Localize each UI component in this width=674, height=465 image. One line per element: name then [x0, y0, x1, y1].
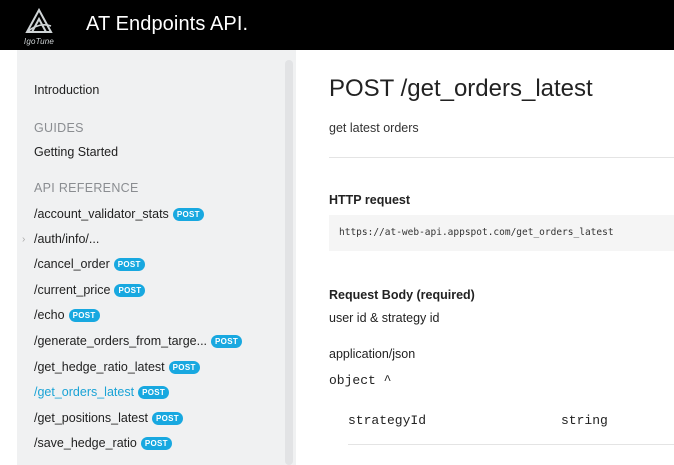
field-name: strategyId	[348, 413, 427, 428]
sidebar-item-auth-info[interactable]: /auth/info/...	[34, 232, 99, 246]
sidebar-item-get-positions-latest[interactable]: /get_positions_latest POST	[34, 411, 183, 425]
field-divider	[348, 444, 674, 445]
http-request-heading: HTTP request	[329, 193, 411, 207]
sidebar-item-label: /save_hedge_ratio	[34, 436, 137, 450]
sidebar-item-label: Getting Started	[34, 145, 119, 159]
page-subtitle: get latest orders	[329, 121, 419, 135]
sidebar-item-getting-started[interactable]: Getting Started	[34, 145, 118, 159]
sidebar-item-generate-orders-from-targets[interactable]: /generate_orders_from_targe... POST	[34, 334, 243, 348]
sidebar-item-echo[interactable]: /echo POST	[34, 308, 100, 322]
field-type: string	[561, 413, 608, 428]
igotune-logo-icon[interactable]: IgoTune	[20, 6, 58, 46]
post-badge: POST	[151, 411, 183, 425]
sidebar-item-save-hedge-ratio[interactable]: /save_hedge_ratio POST	[34, 436, 172, 450]
sidebar-item-label: /account_validator_stats	[34, 207, 169, 221]
sidebar: Introduction GUIDES Getting Started API …	[17, 50, 296, 465]
sidebar-item-get-hedge-ratio-latest[interactable]: /get_hedge_ratio_latest POST	[34, 360, 200, 374]
app-title: AT Endpoints API.	[86, 13, 249, 35]
sidebar-item-label: /get_orders_latest	[34, 385, 135, 399]
sidebar-item-label: /cancel_order	[34, 257, 110, 271]
post-badge: POST	[113, 257, 145, 271]
chevron-right-icon[interactable]: ›	[22, 234, 25, 245]
sidebar-item-label: /generate_orders_from_targe...	[34, 334, 208, 348]
sidebar-item-account-validator-stats[interactable]: /account_validator_stats POST	[34, 207, 204, 221]
post-badge: POST	[211, 334, 243, 348]
post-badge: POST	[172, 207, 204, 221]
object-toggle[interactable]: object ^	[329, 373, 391, 388]
post-badge: POST	[68, 308, 100, 322]
page-title: POST /get_orders_latest	[329, 75, 593, 102]
request-body-description: user id & strategy id	[329, 311, 440, 325]
divider	[329, 157, 674, 158]
sidebar-item-label: Introduction	[34, 83, 100, 97]
sidebar-item-current-price[interactable]: /current_price POST	[34, 283, 146, 297]
post-badge: POST	[168, 360, 200, 374]
post-badge: POST	[138, 385, 170, 399]
sidebar-section-api-reference: API REFERENCE	[34, 181, 139, 195]
sidebar-scrollbar[interactable]	[285, 60, 293, 465]
sidebar-item-cancel-order[interactable]: /cancel_order POST	[34, 257, 145, 271]
post-badge: POST	[140, 436, 172, 450]
top-header: IgoTune AT Endpoints API.	[0, 0, 674, 50]
sidebar-section-guides: GUIDES	[34, 121, 84, 135]
sidebar-item-label: /current_price	[34, 283, 111, 297]
content-type-label: application/json	[329, 347, 416, 361]
post-badge: POST	[114, 283, 146, 297]
sidebar-item-label: /echo	[34, 308, 65, 322]
logo-text: IgoTune	[23, 37, 55, 46]
http-request-url[interactable]: https://at-web-api.appspot.com/get_order…	[329, 215, 674, 251]
request-body-heading: Request Body (required)	[329, 288, 475, 302]
sidebar-item-label: /get_hedge_ratio_latest	[34, 360, 165, 374]
sidebar-item-introduction[interactable]: Introduction	[34, 83, 99, 97]
sidebar-item-get-orders-latest[interactable]: /get_orders_latest POST	[34, 385, 170, 399]
sidebar-item-label: /get_positions_latest	[34, 411, 148, 425]
sidebar-item-label: /auth/info/...	[34, 232, 100, 246]
